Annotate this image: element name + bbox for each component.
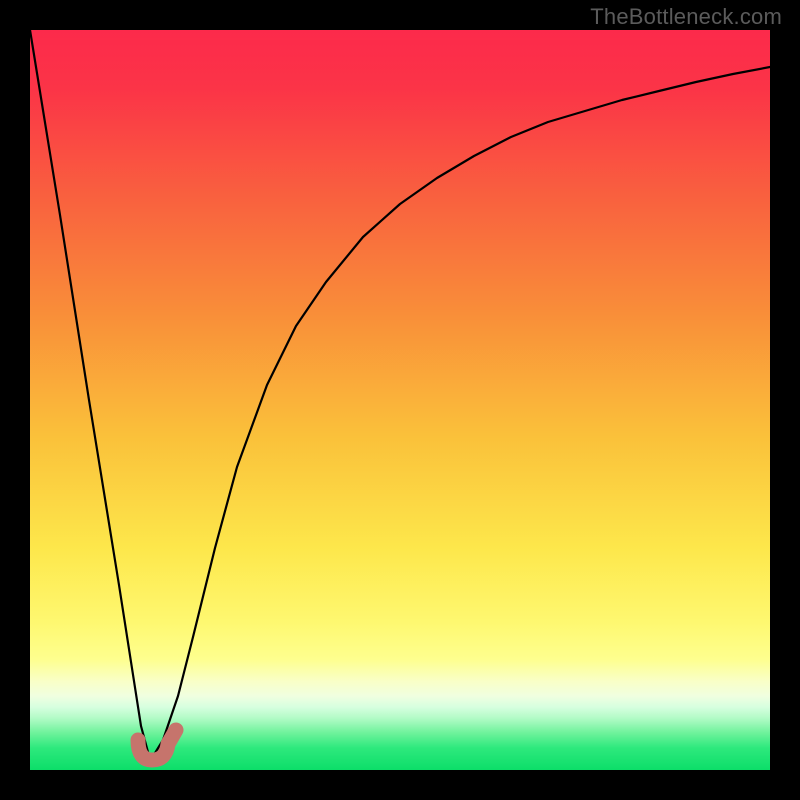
chart-frame: TheBottleneck.com — [0, 0, 800, 800]
plot-svg — [30, 30, 770, 770]
watermark-text: TheBottleneck.com — [590, 4, 782, 30]
plot-area — [30, 30, 770, 770]
gradient-background — [30, 30, 770, 770]
